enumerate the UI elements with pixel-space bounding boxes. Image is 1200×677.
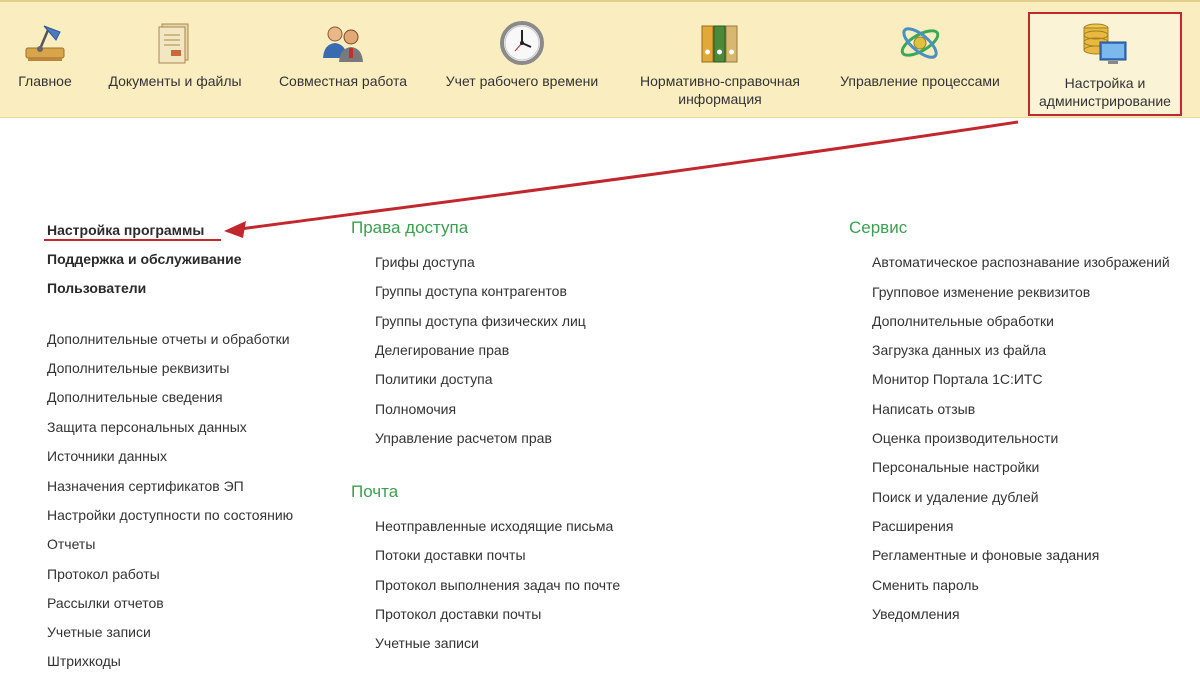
- section-toolbar: Главное Документы и файлы Совместная раб…: [0, 0, 1200, 118]
- nav-item-label: Настройка и администрирование: [1039, 75, 1171, 109]
- link-counterparty-access-groups[interactable]: Группы доступа контрагентов: [375, 282, 567, 300]
- link-access-labels[interactable]: Грифы доступа: [375, 253, 475, 271]
- nav-item-main[interactable]: Главное: [6, 2, 84, 118]
- link-unsent-outgoing-mail[interactable]: Неотправленные исходящие письма: [375, 517, 613, 535]
- clock-icon: [500, 21, 544, 65]
- process-orbit-icon: [900, 27, 940, 59]
- nav-item-documents[interactable]: Документы и файлы: [100, 2, 250, 118]
- link-rights-delegation[interactable]: Делегирование прав: [375, 341, 509, 359]
- link-reports[interactable]: Отчеты: [47, 535, 95, 553]
- link-duplicate-search[interactable]: Поиск и удаление дублей: [872, 488, 1039, 506]
- nav-item-label: Совместная работа: [278, 73, 408, 89]
- link-authorities[interactable]: Полномочия: [375, 400, 456, 418]
- binders-icon: [701, 25, 738, 63]
- nav-item-label: Учет рабочего времени: [445, 73, 599, 89]
- link-support-maintenance[interactable]: Поддержка и обслуживание: [47, 250, 242, 268]
- nav-item-label: Документы и файлы: [108, 73, 242, 89]
- link-data-import[interactable]: Загрузка данных из файла: [872, 341, 1046, 359]
- link-personal-settings[interactable]: Персональные настройки: [872, 458, 1039, 476]
- link-individual-access-groups[interactable]: Группы доступа физических лиц: [375, 312, 586, 330]
- highlight-underline: [44, 239, 221, 241]
- link-certificate-assignments[interactable]: Назначения сертификатов ЭП: [47, 477, 244, 495]
- link-barcodes[interactable]: Штрихкоды: [47, 652, 121, 670]
- section-title-mail: Почта: [351, 482, 399, 501]
- link-program-settings[interactable]: Настройка программы: [47, 221, 204, 239]
- link-personal-data-protection[interactable]: Защита персональных данных: [47, 418, 247, 436]
- link-image-recognition[interactable]: Автоматическое распознавание изображений: [872, 253, 1170, 271]
- link-its-portal-monitor[interactable]: Монитор Портала 1С:ИТС: [872, 370, 1043, 388]
- link-performance-evaluation[interactable]: Оценка производительности: [872, 429, 1058, 447]
- link-data-sources[interactable]: Источники данных: [47, 447, 167, 465]
- link-availability-settings[interactable]: Настройки доступности по состоянию: [47, 506, 293, 524]
- link-extensions[interactable]: Расширения: [872, 517, 953, 535]
- link-mail-delivery-streams[interactable]: Потоки доставки почты: [375, 546, 526, 564]
- link-notifications[interactable]: Уведомления: [872, 605, 960, 623]
- nav-item-time-tracking[interactable]: Учет рабочего времени: [436, 2, 608, 118]
- link-rights-calculation[interactable]: Управление расчетом прав: [375, 429, 552, 447]
- section-title-service: Сервис: [849, 218, 908, 237]
- link-additional-processors[interactable]: Дополнительные обработки: [872, 312, 1054, 330]
- users-icon: [323, 26, 363, 62]
- nav-item-label: Управление процессами: [840, 73, 1000, 89]
- link-additional-info[interactable]: Дополнительные сведения: [47, 388, 223, 406]
- nav-item-collaboration[interactable]: Совместная работа: [268, 2, 418, 118]
- nav-item-label: Нормативно-справочная информация: [640, 73, 800, 107]
- nav-item-label: Главное: [18, 73, 72, 89]
- nav-item-reference-info[interactable]: Нормативно-справочная информация: [628, 2, 812, 118]
- link-scheduled-jobs[interactable]: Регламентные и фоновые задания: [872, 546, 1099, 564]
- document-book-icon: [158, 23, 189, 64]
- link-bulk-attribute-change[interactable]: Групповое изменение реквизитов: [872, 283, 1090, 301]
- nav-item-settings-admin[interactable]: Настройка и администрирование: [1028, 12, 1182, 116]
- link-users[interactable]: Пользователи: [47, 279, 146, 297]
- link-mail-accounts[interactable]: Учетные записи: [375, 634, 479, 652]
- link-additional-reports[interactable]: Дополнительные отчеты и обработки: [47, 330, 290, 348]
- link-mail-tasks-log[interactable]: Протокол выполнения задач по почте: [375, 576, 620, 594]
- nav-item-process-management[interactable]: Управление процессами: [828, 2, 1012, 118]
- link-accounts[interactable]: Учетные записи: [47, 623, 151, 641]
- link-work-log[interactable]: Протокол работы: [47, 565, 160, 583]
- link-change-password[interactable]: Сменить пароль: [872, 576, 979, 594]
- link-access-policies[interactable]: Политики доступа: [375, 370, 493, 388]
- desk-lamp-icon: [25, 25, 65, 61]
- link-write-review[interactable]: Написать отзыв: [872, 400, 975, 418]
- link-additional-attributes[interactable]: Дополнительные реквизиты: [47, 359, 229, 377]
- link-mail-delivery-log[interactable]: Протокол доставки почты: [375, 605, 541, 623]
- database-computer-icon: [1083, 23, 1127, 64]
- link-report-mailings[interactable]: Рассылки отчетов: [47, 594, 164, 612]
- section-title-access-rights: Права доступа: [351, 218, 469, 237]
